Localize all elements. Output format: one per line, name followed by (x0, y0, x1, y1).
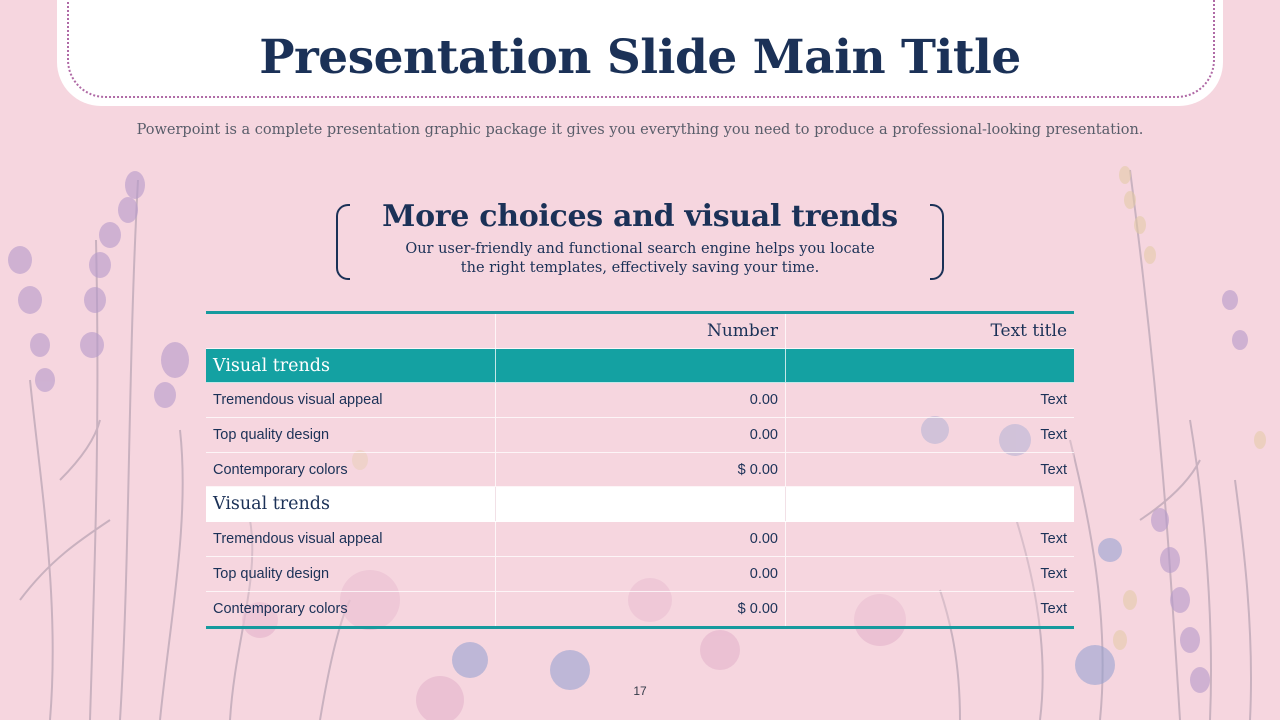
slide-subtitle: Powerpoint is a complete presentation gr… (136, 122, 1144, 138)
table-group-row: Visual trends (206, 348, 1074, 384)
table-row: Top quality design 0.00 Text (206, 556, 1074, 592)
table-cell: $ 0.00 (495, 591, 785, 627)
table-row: Contemporary colors $ 0.00 Text (206, 591, 1074, 627)
table-cell: Contemporary colors (213, 461, 348, 478)
table-cell (785, 348, 1074, 383)
slide: Presentation Slide Main Title Powerpoint… (0, 0, 1280, 720)
table-header-row: Number Text title (206, 314, 1074, 349)
table-group-label: Visual trends (213, 494, 330, 515)
section-description: Our user-friendly and functional search … (405, 241, 875, 276)
table-row: Tremendous visual appeal 0.00 Text (206, 522, 1074, 557)
table-cell: Tremendous visual appeal (213, 530, 383, 547)
table-header-cell: Number (495, 314, 785, 348)
table-cell: Text (785, 452, 1074, 487)
page-number: 17 (633, 684, 647, 698)
table-cell (495, 487, 785, 522)
table-row: Contemporary colors $ 0.00 Text (206, 452, 1074, 488)
table-header-cell (206, 314, 495, 348)
table-cell: Contemporary colors (213, 600, 348, 617)
table-cell: 0.00 (495, 556, 785, 591)
data-table: Number Text title Visual trends Tremendo… (206, 311, 1074, 630)
table-group-row: Visual trends (206, 487, 1074, 523)
table-group-label: Visual trends (213, 355, 330, 376)
table-cell: Text (785, 591, 1074, 627)
table-cell: 0.00 (495, 418, 785, 452)
table-cell: 0.00 (495, 383, 785, 418)
table-cell: Top quality design (213, 565, 330, 582)
table-cell: 0.00 (495, 522, 785, 556)
table-cell: Text (785, 522, 1074, 556)
table-cell: Text (785, 418, 1074, 452)
table-header-cell: Text title (785, 314, 1074, 348)
table-cell: Text (785, 383, 1074, 418)
table-cell: Text (785, 556, 1074, 591)
table-cell: Tremendous visual appeal (213, 392, 383, 409)
table-cell: $ 0.00 (495, 452, 785, 487)
table-row: Tremendous visual appeal 0.00 Text (206, 383, 1074, 419)
section-heading: More choices and visual trends (382, 199, 898, 234)
slide-main-title: Presentation Slide Main Title (259, 30, 1021, 85)
table-cell (495, 348, 785, 383)
table-row: Top quality design 0.00 Text (206, 418, 1074, 453)
table-cell: Top quality design (213, 426, 330, 443)
table-cell (785, 487, 1074, 522)
